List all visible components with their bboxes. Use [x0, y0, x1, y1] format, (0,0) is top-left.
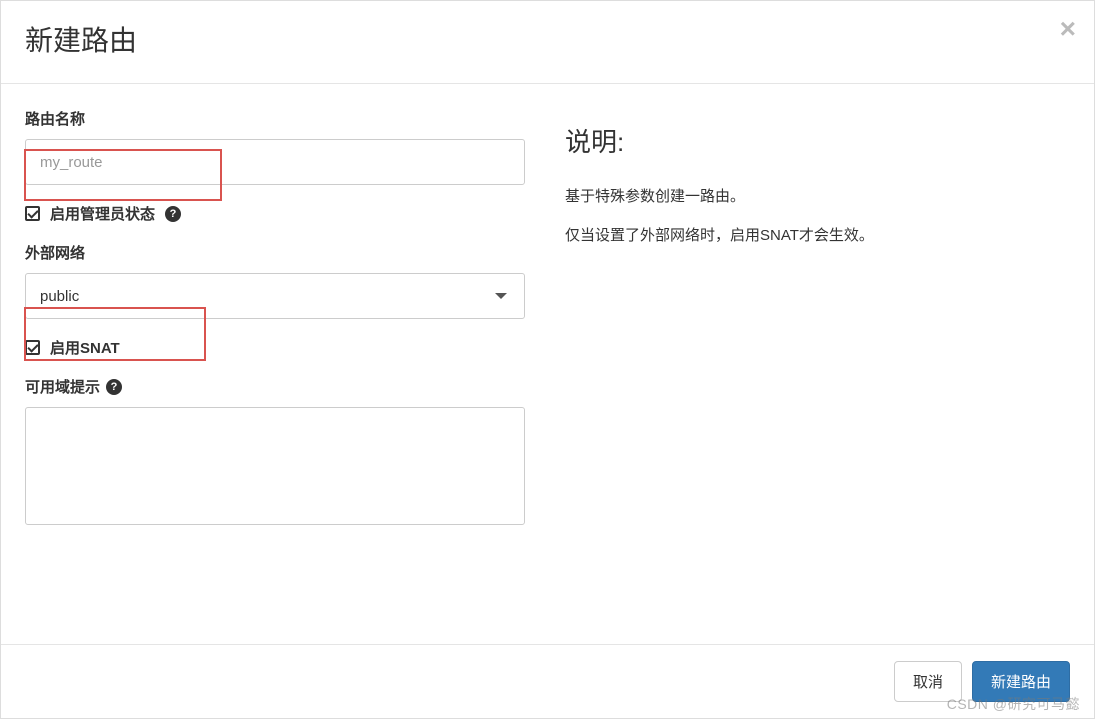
description-column: 说明: 基于特殊参数创建一路由。 仅当设置了外部网络时，启用SNAT才会生效。 — [565, 108, 1070, 543]
modal-header: 新建路由 × — [1, 1, 1094, 84]
external-network-value: public — [40, 288, 79, 305]
description-title: 说明: — [565, 122, 1070, 159]
modal-footer: 取消 新建路由 — [1, 644, 1094, 718]
help-icon[interactable]: ? — [165, 206, 181, 222]
enable-snat-checkbox-row[interactable]: 启用SNAT — [25, 337, 525, 358]
close-button[interactable]: × — [1060, 15, 1076, 43]
form-column: 路由名称 启用管理员状态 ? 外部网络 public 启用SNAT — [25, 108, 525, 543]
admin-state-label: 启用管理员状态 — [50, 203, 155, 224]
router-name-input[interactable] — [25, 139, 525, 185]
external-network-group: 外部网络 public — [25, 242, 525, 319]
submit-button[interactable]: 新建路由 — [972, 661, 1070, 702]
description-line-1: 基于特殊参数创建一路由。 — [565, 177, 1070, 216]
create-router-modal: 新建路由 × 路由名称 启用管理员状态 ? 外部网络 public — [0, 0, 1095, 719]
description-line-2: 仅当设置了外部网络时，启用SNAT才会生效。 — [565, 216, 1070, 255]
description-text: 基于特殊参数创建一路由。 仅当设置了外部网络时，启用SNAT才会生效。 — [565, 177, 1070, 255]
availability-hint-text: 可用域提示 — [25, 376, 100, 397]
modal-body: 路由名称 启用管理员状态 ? 外部网络 public 启用SNAT — [1, 84, 1094, 567]
router-name-group: 路由名称 — [25, 108, 525, 185]
checkbox-checked-icon — [25, 206, 40, 221]
help-icon[interactable]: ? — [106, 379, 122, 395]
external-network-select-wrap: public — [25, 273, 525, 319]
availability-hint-listbox[interactable] — [25, 407, 525, 525]
modal-title: 新建路由 — [25, 19, 1070, 59]
router-name-label: 路由名称 — [25, 108, 525, 129]
external-network-label: 外部网络 — [25, 242, 525, 263]
checkbox-checked-icon — [25, 340, 40, 355]
admin-state-checkbox-row[interactable]: 启用管理员状态 ? — [25, 203, 525, 224]
close-icon: × — [1060, 13, 1076, 44]
external-network-select[interactable]: public — [25, 273, 525, 319]
cancel-button[interactable]: 取消 — [894, 661, 962, 702]
availability-hint-label: 可用域提示 ? — [25, 376, 525, 397]
availability-hint-group: 可用域提示 ? — [25, 376, 525, 525]
enable-snat-label: 启用SNAT — [50, 337, 120, 358]
